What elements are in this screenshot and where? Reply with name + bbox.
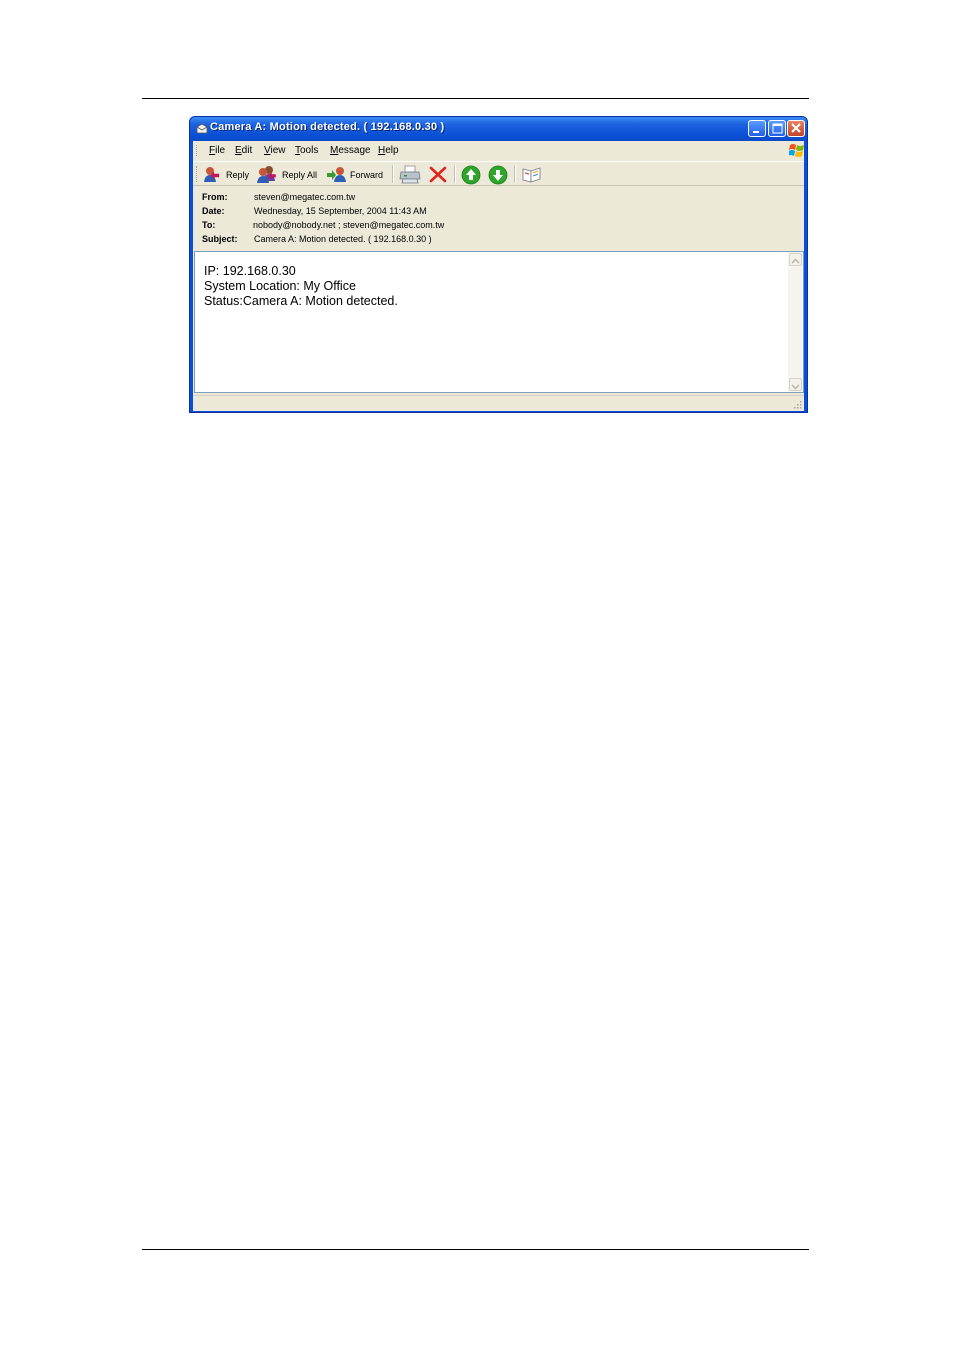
reply-all-icon <box>257 166 276 183</box>
reply-label: Reply <box>226 170 250 180</box>
forward-button[interactable]: Forward <box>326 165 386 184</box>
toolbar-separator <box>514 165 516 183</box>
page-bottom-rule <box>142 1249 809 1250</box>
forward-icon <box>327 167 346 182</box>
menu-file-rest: ile <box>215 145 226 156</box>
toolbar-grip[interactable] <box>196 166 199 182</box>
menu-message-rest: essage <box>338 145 371 156</box>
toolbar-separator <box>454 165 456 183</box>
minimize-button[interactable] <box>748 120 766 137</box>
subject-value: Camera A: Motion detected. ( 192.168.0.3… <box>254 234 432 244</box>
menu-edit[interactable]: Edit <box>235 145 252 156</box>
date-value: Wednesday, 15 September, 2004 11:43 AM <box>254 206 427 216</box>
reply-all-label: Reply All <box>282 170 318 180</box>
menu-help-rest: elp <box>385 145 399 156</box>
chevron-up-icon <box>791 258 800 264</box>
menu-bar: File Edit View Tools Message Help <box>193 141 804 160</box>
message-body[interactable]: IP: 192.168.0.30 System Location: My Off… <box>194 251 804 393</box>
date-label: Date: <box>202 206 225 216</box>
reply-icon <box>204 167 220 182</box>
body-line-status: Status:Camera A: Motion detected. <box>204 294 398 308</box>
toolbar: Reply Reply All Forward <box>193 161 804 186</box>
delete-icon[interactable] <box>429 166 447 183</box>
vertical-scrollbar[interactable] <box>788 252 803 392</box>
menu-view-rest: iew <box>270 145 286 156</box>
scroll-up-button[interactable] <box>789 253 802 266</box>
menu-edit-rest: dit <box>241 145 253 156</box>
to-label: To: <box>202 220 216 230</box>
toolbar-separator <box>392 165 394 183</box>
window-title: Camera A: Motion detected. ( 192.168.0.3… <box>210 121 445 133</box>
message-body-text: IP: 192.168.0.30 System Location: My Off… <box>204 264 398 309</box>
reply-all-button[interactable]: Reply All <box>257 165 323 184</box>
menu-view[interactable]: View <box>264 145 286 156</box>
minimize-icon <box>753 131 759 133</box>
from-value[interactable]: steven@megatec.com.tw <box>254 192 355 202</box>
body-line-location: System Location: My Office <box>204 279 356 293</box>
window-client: File Edit View Tools Message Help Reply … <box>193 141 804 411</box>
message-window: Camera A: Motion detected. ( 192.168.0.3… <box>189 116 808 413</box>
from-label: From: <box>202 192 228 202</box>
menu-help[interactable]: Help <box>378 145 399 156</box>
menu-message[interactable]: Message <box>330 145 371 156</box>
menu-tools-rest: ools <box>300 145 319 156</box>
menu-edit-accel: E <box>235 145 242 156</box>
maximize-button[interactable] <box>768 120 786 137</box>
previous-icon[interactable] <box>461 165 481 185</box>
body-line-ip: IP: 192.168.0.30 <box>204 264 296 278</box>
envelope-icon <box>196 123 208 134</box>
resize-grip-icon[interactable] <box>792 399 802 409</box>
message-headers: From: steven@megatec.com.tw Date: Wednes… <box>193 186 804 251</box>
page-top-rule <box>142 98 809 99</box>
maximize-icon <box>772 123 783 134</box>
close-icon <box>791 123 801 133</box>
menu-file[interactable]: File <box>209 145 225 156</box>
title-bar[interactable]: Camera A: Motion detected. ( 192.168.0.3… <box>190 117 807 141</box>
menubar-grip[interactable] <box>196 145 199 156</box>
subject-label: Subject: <box>202 234 238 244</box>
chevron-down-icon <box>791 384 800 390</box>
to-value[interactable]: nobody@nobody.net ; steven@megatec.com.t… <box>253 220 444 230</box>
print-icon[interactable] <box>399 164 421 185</box>
next-icon[interactable] <box>488 165 508 185</box>
forward-label: Forward <box>350 170 384 180</box>
addresses-icon[interactable] <box>521 166 543 184</box>
status-bar <box>193 395 804 411</box>
scroll-down-button[interactable] <box>789 378 802 391</box>
close-button[interactable] <box>787 120 805 137</box>
windows-logo-icon <box>789 144 804 157</box>
menu-tools[interactable]: Tools <box>295 145 318 156</box>
reply-button[interactable]: Reply <box>203 165 253 184</box>
